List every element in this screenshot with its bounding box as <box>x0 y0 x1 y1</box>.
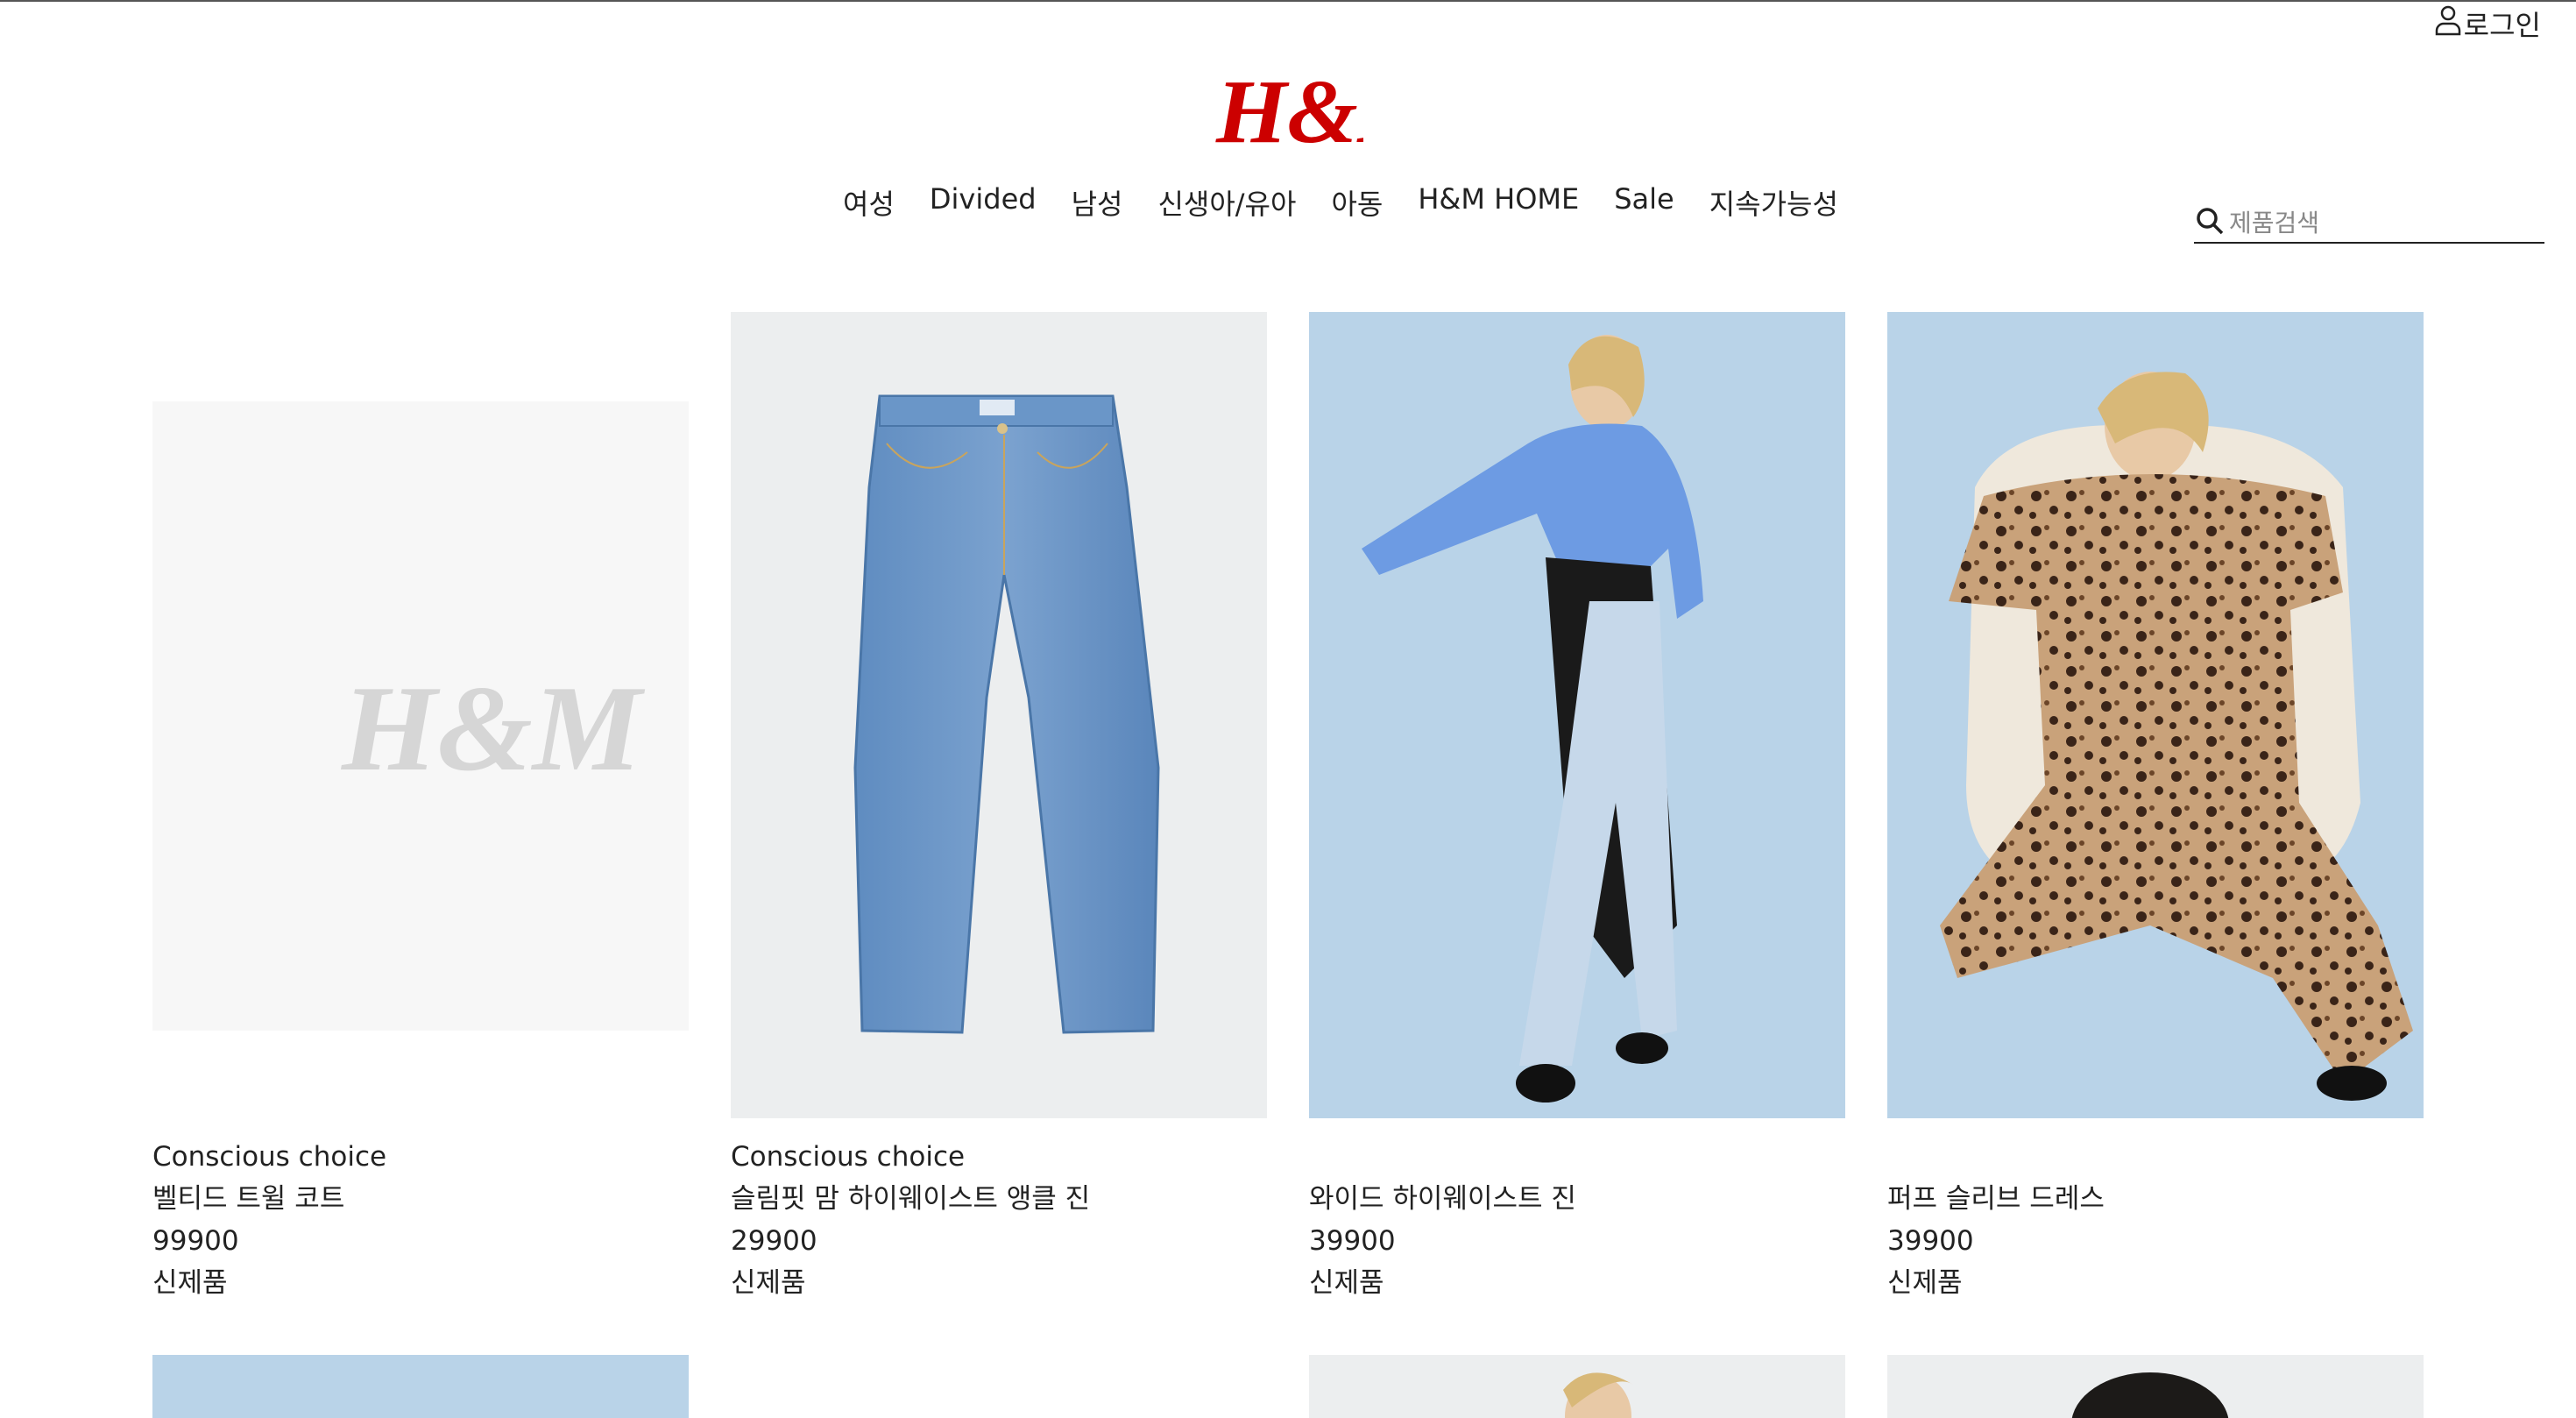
login-link[interactable]: 로그인 <box>2434 4 2541 44</box>
logo-text: H&M <box>1215 61 1363 162</box>
product-name[interactable]: 와이드 하이웨이스트 진 <box>1309 1178 1576 1220</box>
product-badge: 신제품 <box>152 1267 228 1299</box>
page: 로그인 H&M 여성 Divided 남성 신생아/유아 아동 H&M HOME… <box>0 0 2576 1418</box>
placeholder-logo: H&M <box>340 661 646 797</box>
search-box <box>2194 203 2544 244</box>
nav-item-sale[interactable]: Sale <box>1614 182 1674 223</box>
model-sweater-illustration <box>1362 335 1703 1102</box>
nav-item-sustainability[interactable]: 지속가능성 <box>1709 182 1838 223</box>
user-icon <box>2434 4 2462 43</box>
product-price: 39900 <box>1887 1225 1974 1257</box>
product-image-placeholder[interactable]: H&M <box>152 401 689 1031</box>
login-label: 로그인 <box>2463 9 2541 42</box>
search-icon[interactable] <box>2194 205 2226 240</box>
main-nav: 여성 Divided 남성 신생아/유아 아동 H&M HOME Sale 지속… <box>843 182 1838 223</box>
product-badge: 신제품 <box>1887 1267 1963 1299</box>
model-dress-illustration <box>1940 372 2413 1101</box>
product-price: 39900 <box>1309 1225 1396 1257</box>
product-name[interactable]: 벨티드 트윌 코트 <box>152 1178 344 1220</box>
nav-item-men[interactable]: 남성 <box>1072 182 1123 223</box>
nav-item-baby[interactable]: 신생아/유아 <box>1157 182 1296 223</box>
product-name[interactable]: 슬림핏 맘 하이웨이스트 앵클 진 <box>731 1178 1090 1220</box>
product-price: 99900 <box>152 1225 239 1257</box>
model-head-illustration <box>1563 1372 1633 1418</box>
product-tag: Conscious choice <box>731 1141 966 1173</box>
product-image-row2-4[interactable] <box>1887 1355 2424 1418</box>
jeans-illustration <box>853 394 1160 1034</box>
product-price: 29900 <box>731 1225 817 1257</box>
product-image-model-dress[interactable] <box>1887 312 2424 1118</box>
model-hair-illustration <box>2071 1372 2229 1418</box>
product-name[interactable]: 퍼프 슬리브 드레스 <box>1887 1178 2105 1220</box>
product-badge: 신제품 <box>1309 1267 1384 1299</box>
product-badge: 신제품 <box>731 1267 806 1299</box>
product-image-row2-1[interactable] <box>152 1355 689 1418</box>
nav-item-divided[interactable]: Divided <box>930 182 1037 223</box>
nav-item-kids[interactable]: 아동 <box>1331 182 1383 223</box>
product-image-row2-3[interactable] <box>1309 1355 1845 1418</box>
product-image-jeans[interactable] <box>731 312 1267 1118</box>
nav-item-home[interactable]: H&M HOME <box>1418 182 1579 223</box>
product-image-model-sweater[interactable] <box>1309 312 1845 1118</box>
product-tag: Conscious choice <box>152 1141 387 1173</box>
search-input[interactable] <box>2229 208 2527 238</box>
nav-item-women[interactable]: 여성 <box>843 182 895 223</box>
hm-logo[interactable]: H&M <box>1213 54 1442 165</box>
